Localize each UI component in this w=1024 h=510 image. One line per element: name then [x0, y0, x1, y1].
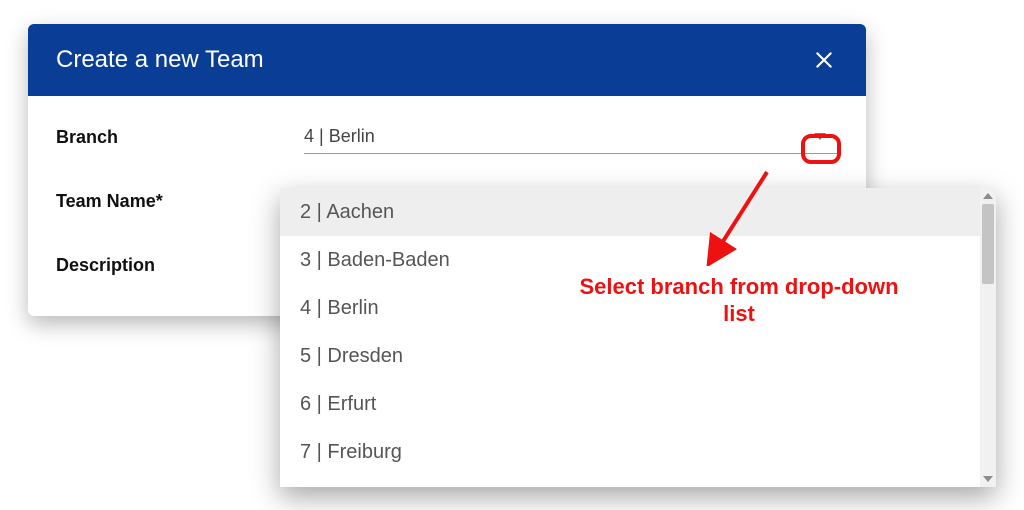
dropdown-option[interactable]: 5 | Dresden — [280, 332, 980, 380]
scroll-thumb[interactable] — [982, 204, 994, 284]
dropdown-option[interactable]: 4 | Berlin — [280, 284, 980, 332]
dropdown-options-container: 2 | Aachen3 | Baden-Baden4 | Berlin5 | D… — [280, 188, 980, 487]
chevron-up-icon — [983, 193, 993, 199]
team-name-label: Team Name* — [56, 191, 304, 212]
scroll-up-button[interactable] — [980, 188, 996, 204]
description-label: Description — [56, 255, 304, 276]
branch-row: Branch 4 | Berlin — [56, 120, 838, 154]
annotation-highlight-box — [801, 134, 841, 164]
branch-selected-value: 4 | Berlin — [304, 126, 838, 147]
branch-dropdown-list: 2 | Aachen3 | Baden-Baden4 | Berlin5 | D… — [280, 188, 996, 487]
dropdown-option[interactable]: 6 | Erfurt — [280, 380, 980, 428]
close-icon — [814, 50, 834, 70]
scroll-down-button[interactable] — [980, 471, 996, 487]
branch-label: Branch — [56, 127, 304, 148]
close-button[interactable] — [810, 46, 838, 74]
dropdown-option[interactable]: 7 | Freiburg — [280, 428, 980, 476]
dialog-title: Create a new Team — [56, 46, 264, 74]
dropdown-scrollbar[interactable] — [980, 188, 996, 487]
branch-dropdown-field[interactable]: 4 | Berlin — [304, 120, 838, 154]
dropdown-option[interactable]: 3 | Baden-Baden — [280, 236, 980, 284]
chevron-down-icon — [983, 476, 993, 482]
dialog-header: Create a new Team — [28, 24, 866, 96]
dropdown-option[interactable]: 2 | Aachen — [280, 188, 980, 236]
